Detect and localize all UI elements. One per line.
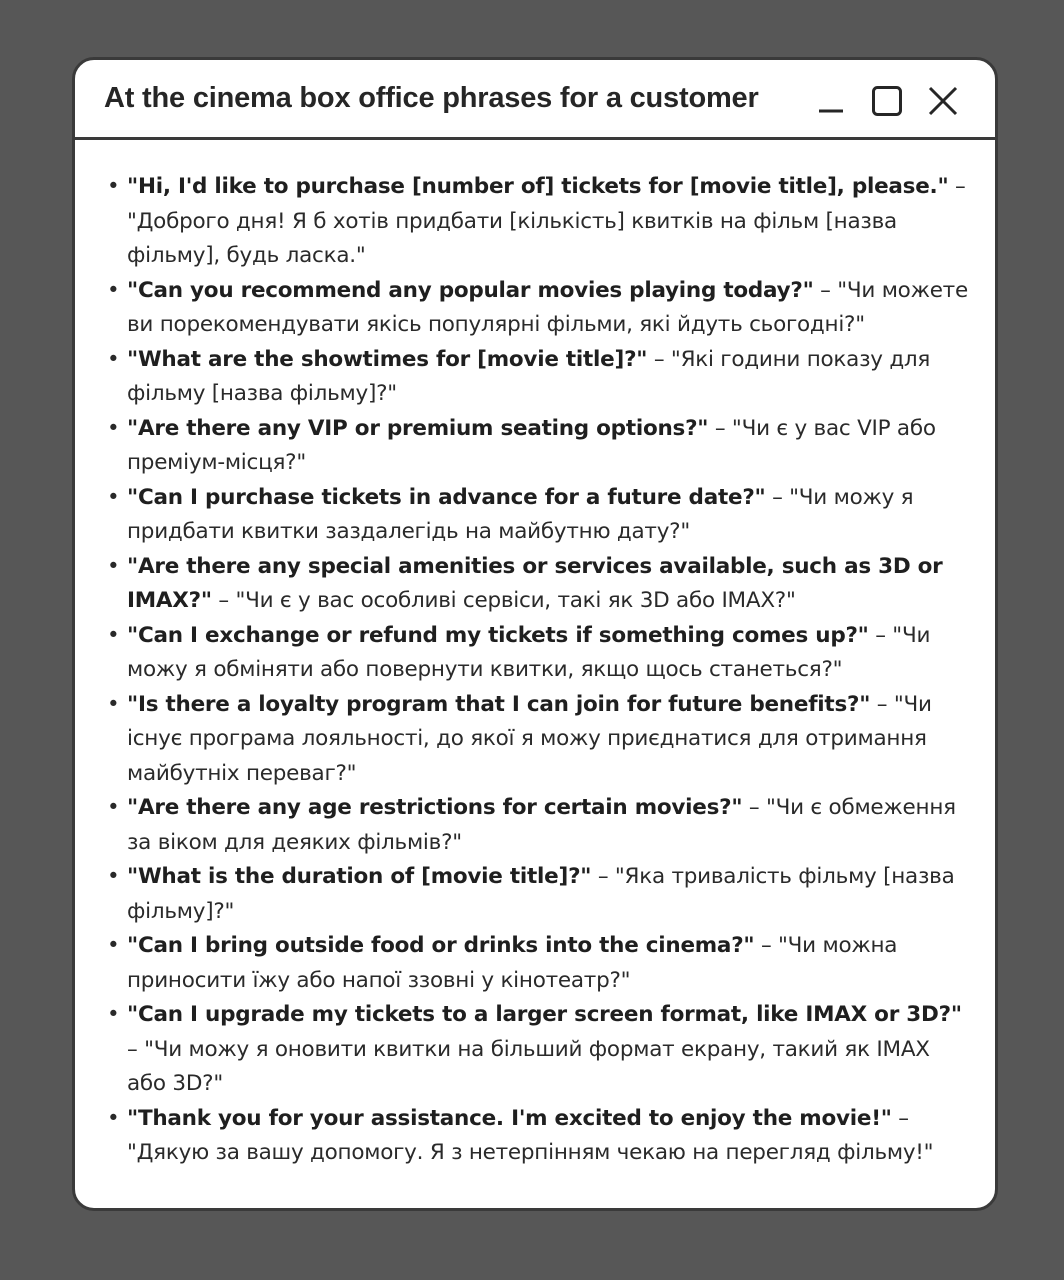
bullet-icon: • — [107, 174, 120, 199]
list-item: • "Can I upgrade my tickets to a larger s… — [105, 998, 975, 1102]
english-phrase: "Can I bring outside food or drinks into… — [127, 933, 755, 958]
phrase-content: • "Hi, I'd like to purchase [number of] t… — [105, 170, 975, 1171]
bullet-icon: • — [107, 553, 120, 579]
list-item: • "Thank you for your assistance. I'm exc… — [105, 1102, 975, 1171]
minimize-button[interactable] — [815, 85, 847, 117]
phrase-list: • "Hi, I'd like to purchase [number of] t… — [105, 170, 975, 1171]
english-phrase: "Hi, I'd like to purchase [number of] ti… — [127, 174, 949, 199]
bullet-icon: • — [107, 415, 120, 441]
title-bar: At the cinema box office phrases for a c… — [75, 60, 995, 140]
list-item: • "Can I bring outside food or drinks int… — [105, 929, 975, 998]
english-phrase: "Can I exchange or refund my tickets if … — [127, 622, 869, 648]
phrases-window: At the cinema box office phrases for a c… — [72, 57, 998, 1211]
window-controls — [815, 84, 959, 118]
bullet-icon: • — [107, 277, 120, 303]
english-phrase: "What is the duration of [movie title]?" — [127, 864, 592, 889]
english-phrase: "Can you recommend any popular movies pl… — [127, 277, 814, 303]
english-phrase: "Can I upgrade my tickets to a larger sc… — [127, 1002, 962, 1027]
english-phrase: "Is there a loyalty program that I can j… — [127, 691, 871, 717]
english-phrase: "Thank you for your assistance. I'm exci… — [127, 1105, 892, 1131]
list-item: • "Can I exchange or refund my tickets if… — [105, 619, 975, 688]
maximize-button[interactable] — [871, 85, 903, 117]
bullet-icon: • — [107, 622, 120, 648]
list-item: • "Are there any age restrictions for cer… — [105, 791, 975, 860]
close-button[interactable] — [927, 85, 959, 117]
english-phrase: "What are the showtimes for [movie title… — [127, 346, 648, 372]
list-item: • "Can I purchase tickets in advance for … — [105, 481, 975, 550]
ukrainian-translation: – "Чи є у вас особливі сервіси, такі як … — [211, 588, 796, 613]
list-item: • "What is the duration of [movie title]?… — [105, 860, 975, 929]
list-item: • "Can you recommend any popular movies p… — [105, 274, 975, 343]
bullet-icon: • — [107, 1105, 120, 1131]
english-phrase: "Can I purchase tickets in advance for a… — [127, 484, 766, 510]
list-item: • "Is there a loyalty program that I can … — [105, 688, 975, 792]
close-icon — [928, 86, 958, 116]
list-item: • "What are the showtimes for [movie titl… — [105, 343, 975, 412]
bullet-icon: • — [107, 691, 120, 717]
bullet-icon: • — [107, 1002, 120, 1027]
minimize-icon — [819, 109, 843, 113]
window-title: At the cinema box office phrases for a c… — [104, 82, 759, 114]
ukrainian-translation: – "Чи можу я оновити квитки на більший ф… — [127, 1036, 930, 1097]
list-item: • "Hi, I'd like to purchase [number of] t… — [105, 170, 975, 274]
bullet-icon: • — [107, 795, 120, 820]
bullet-icon: • — [107, 484, 120, 510]
list-item: • "Are there any special amenities or ser… — [105, 550, 975, 619]
english-phrase: "Are there any VIP or premium seating op… — [127, 415, 709, 441]
maximize-icon — [872, 86, 902, 116]
bullet-icon: • — [107, 864, 120, 889]
bullet-icon: • — [107, 933, 120, 958]
bullet-icon: • — [107, 346, 120, 372]
english-phrase: "Are there any age restrictions for cert… — [127, 795, 743, 820]
list-item: • "Are there any VIP or premium seating o… — [105, 412, 975, 481]
